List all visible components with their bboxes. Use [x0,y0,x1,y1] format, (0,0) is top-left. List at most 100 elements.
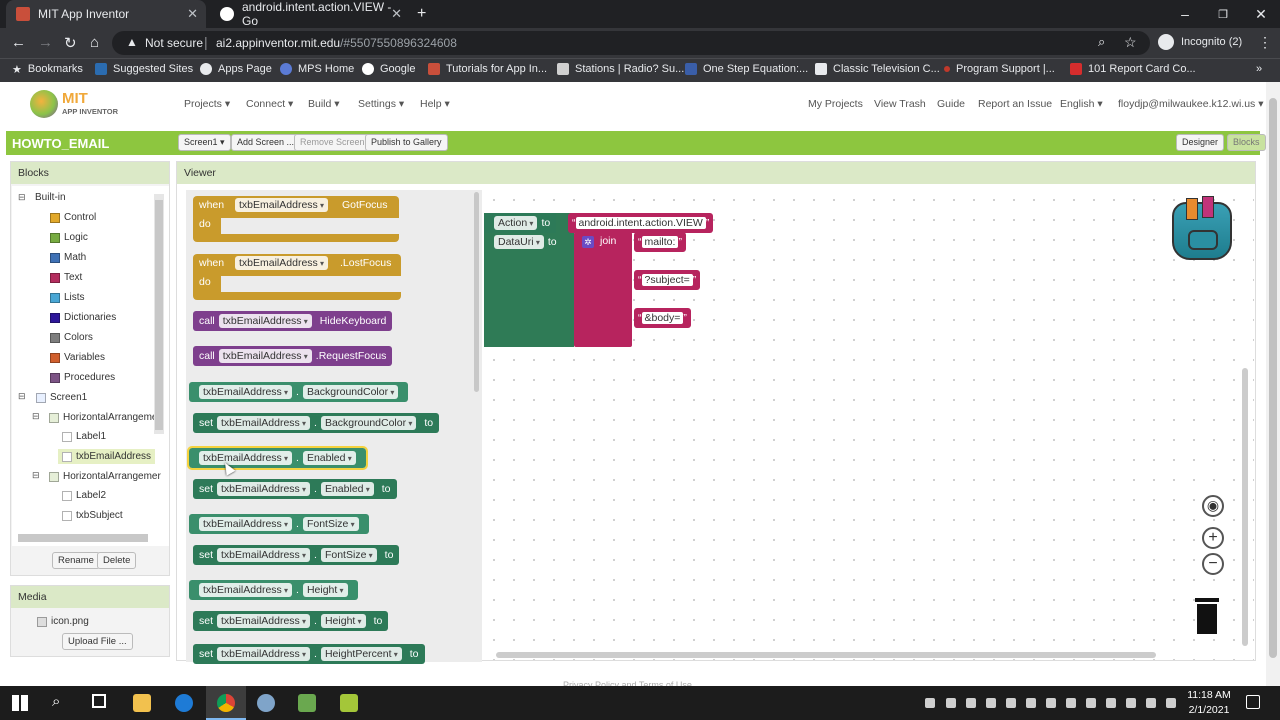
tray-icon[interactable] [986,698,996,708]
builtin-drawer-dictionaries[interactable]: Dictionaries [50,312,116,323]
back-icon[interactable]: ← [11,34,26,51]
close-tab-icon[interactable]: ✕ [391,6,402,22]
set-datauri-block[interactable]: DataUri to [484,232,563,252]
tray-icon[interactable] [1146,698,1156,708]
property-field[interactable]: Height [320,614,366,628]
forward-icon[interactable]: → [38,34,53,51]
property-field[interactable]: Enabled [302,451,356,465]
action-field[interactable]: Action [494,216,538,230]
warning-icon[interactable]: ▲ [126,35,138,49]
builtin-drawer-lists[interactable]: Lists [50,292,85,303]
clock-time[interactable]: 11:18 AM [1186,689,1232,701]
add-screen-button[interactable]: Add Screen ... [231,134,301,151]
remove-screen-button[interactable]: Remove Screen [294,134,371,151]
collapse-icon[interactable]: ⊟ [18,192,26,203]
designer-button[interactable]: Designer [1176,134,1225,151]
bookmark-item[interactable]: Stations | Radio? Su... [557,63,684,75]
getter-block-height[interactable]: txbEmailAddress.Height [189,580,358,600]
component-field[interactable]: txbEmailAddress [217,482,311,496]
setter-block-heightpercent[interactable]: settxbEmailAddress.HeightPercent to [193,644,425,664]
component-field[interactable]: txbEmailAddress [235,198,329,212]
property-field[interactable]: HeightPercent [320,647,402,661]
kebab-menu-icon[interactable]: ⋮ [1258,34,1272,51]
bookmark-item[interactable]: Program Support |... [944,63,1055,75]
app-icon[interactable] [298,694,316,712]
tree-label1[interactable]: Label1 [62,431,106,442]
tray-icon[interactable] [1046,698,1056,708]
reload-icon[interactable]: ↻ [64,34,77,52]
bookmark-star-icon[interactable]: ☆ [1124,34,1137,51]
text-block-subject[interactable]: “ ?subject= ” [634,270,701,290]
rename-button[interactable]: Rename [52,552,100,569]
menu-help[interactable]: Help ▾ [420,98,450,110]
tray-icon[interactable] [966,698,976,708]
language-select[interactable]: English ▾ [1060,98,1103,110]
tree-builtin[interactable]: Built-in [35,192,66,203]
zoom-out-icon[interactable]: − [1202,553,1224,575]
delete-button[interactable]: Delete [97,552,137,569]
file-explorer-icon[interactable] [133,694,151,712]
component-field[interactable]: txbEmailAddress [199,451,293,465]
blocks-workspace[interactable]: Action to “ android.intent.action.VIEW ”… [484,190,1254,660]
bookmark-item[interactable]: Classic Television C... [815,63,940,75]
tree-hscrollbar[interactable] [18,534,148,542]
component-field[interactable]: txbEmailAddress [217,614,311,628]
component-field[interactable]: txbEmailAddress [199,385,293,399]
new-tab-button[interactable]: + [417,5,426,23]
body-value[interactable]: &body= [641,312,684,324]
setter-block-height[interactable]: settxbEmailAddress.Height to [193,611,389,631]
component-field[interactable]: txbEmailAddress [218,349,312,363]
account-menu[interactable]: floydjp@milwaukee.k12.wi.us ▾ [1118,98,1264,110]
url-text[interactable]: ai2.appinventor.mit.edu/#550755089632460… [216,36,457,50]
bookmark-item[interactable]: Google [362,63,415,75]
workspace-hscroll[interactable] [496,652,1156,658]
edge-browser-icon[interactable] [175,694,193,712]
tree-label2[interactable]: Label2 [62,490,106,501]
bookmark-item[interactable]: 101 Report Card Co... [1070,63,1196,75]
text-block-action[interactable]: “ android.intent.action.VIEW ” [568,213,714,233]
tray-icon[interactable] [1026,698,1036,708]
clock-date[interactable]: 2/1/2021 [1186,704,1232,716]
setter-block-backgroundcolor[interactable]: settxbEmailAddress.BackgroundColor to [193,413,440,433]
join-block[interactable] [574,232,632,347]
task-view-icon[interactable] [92,694,106,708]
zoom-in-icon[interactable]: + [1202,527,1224,549]
trash-icon[interactable] [1193,598,1221,636]
setter-block-fontsize[interactable]: settxbEmailAddress.FontSize to [193,545,400,565]
profile-label[interactable]: Incognito (2) [1181,36,1242,48]
builtin-drawer-text[interactable]: Text [50,272,82,283]
property-field[interactable]: FontSize [302,517,359,531]
call-hidekeyboard-block[interactable]: call txbEmailAddress HideKeyboard [193,311,393,331]
text-block-mailto[interactable]: “ mailto: ” [634,232,686,252]
tray-icon[interactable] [1126,698,1136,708]
tray-icon[interactable] [1086,698,1096,708]
subject-value[interactable]: ?subject= [641,274,693,286]
set-action-block[interactable]: Action to [484,213,557,233]
link-guide[interactable]: Guide [937,98,965,110]
blocks-button[interactable]: Blocks [1227,134,1266,151]
workspace-vscroll[interactable] [1242,368,1248,646]
event-block-gotfocus[interactable]: when txbEmailAddress GotFocus do [193,196,399,242]
app-inventor-logo-icon[interactable] [30,90,58,118]
getter-block-enabled[interactable]: txbEmailAddress.Enabled [187,446,368,470]
tab-mit-app-inventor[interactable]: MIT App Inventor ✕ [6,0,206,28]
flyout-scrollbar[interactable] [474,192,479,392]
address-bar[interactable]: ▲ Not secure | ai2.appinventor.mit.edu/#… [112,31,1150,55]
menu-connect[interactable]: Connect ▾ [246,98,293,110]
tree-txbemailaddress[interactable]: txbEmailAddress [58,449,156,464]
getter-block-backgroundcolor[interactable]: txbEmailAddress.BackgroundColor [189,382,409,402]
component-field[interactable]: txbEmailAddress [217,647,311,661]
tray-icon[interactable] [1006,698,1016,708]
collapse-icon[interactable]: ⊟ [32,470,40,481]
publish-gallery-button[interactable]: Publish to Gallery [365,134,448,151]
action-value[interactable]: android.intent.action.VIEW [575,217,706,229]
setter-block-enabled[interactable]: settxbEmailAddress.Enabled to [193,479,397,499]
link-view-trash[interactable]: View Trash [874,98,926,110]
menu-settings[interactable]: Settings ▾ [358,98,404,110]
tray-icon[interactable] [925,698,935,708]
component-field[interactable]: txbEmailAddress [217,548,311,562]
backpack-icon[interactable] [1172,196,1232,260]
collapse-icon[interactable]: ⊟ [32,411,40,422]
chrome-taskbar-button[interactable] [206,686,246,720]
tray-icon[interactable] [1106,698,1116,708]
